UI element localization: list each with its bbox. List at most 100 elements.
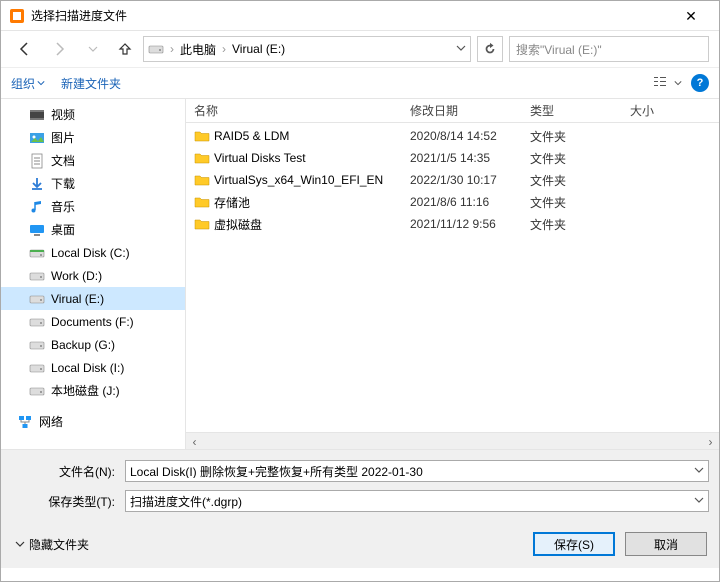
list-item[interactable]: Virtual Disks Test2021/1/5 14:35文件夹 xyxy=(186,147,719,169)
folder-icon xyxy=(194,194,210,210)
file-date: 2021/8/6 11:16 xyxy=(410,195,530,209)
sidebar-item[interactable]: Backup (G:) xyxy=(1,333,185,356)
column-size[interactable]: 大小 xyxy=(630,102,719,119)
sidebar-item[interactable]: 图片 xyxy=(1,126,185,149)
scroll-left-icon[interactable]: ‹ xyxy=(186,433,203,450)
music-icon xyxy=(29,199,45,215)
save-button[interactable]: 保存(S) xyxy=(533,532,615,556)
file-name: VirtualSys_x64_Win10_EFI_EN xyxy=(214,173,383,187)
sidebar-item[interactable]: Documents (F:) xyxy=(1,310,185,333)
main-area: 视频图片文档下载音乐桌面 Local Disk (C:) Work (D:)Viru… xyxy=(1,99,719,449)
column-headers: 名称 修改日期 类型 大小 xyxy=(186,99,719,123)
window-title: 选择扫描进度文件 xyxy=(31,7,671,24)
sidebar-item[interactable]: Work (D:) xyxy=(1,264,185,287)
video-icon xyxy=(29,107,45,123)
drive-icon xyxy=(148,41,164,57)
list-item[interactable]: 虚拟磁盘2021/11/12 9:56文件夹 xyxy=(186,213,719,235)
horizontal-scrollbar[interactable]: ‹ › xyxy=(186,432,719,449)
sidebar-item-network[interactable]: 网络 xyxy=(1,410,185,433)
sidebar-item-label: Local Disk (I:) xyxy=(51,361,124,375)
drive-icon xyxy=(29,268,45,284)
organize-menu[interactable]: 组织 xyxy=(11,75,45,92)
list-item[interactable]: RAID5 & LDM2020/8/14 14:52文件夹 xyxy=(186,125,719,147)
file-date: 2020/8/14 14:52 xyxy=(410,129,530,143)
drive-icon xyxy=(29,383,45,399)
file-list: RAID5 & LDM2020/8/14 14:52文件夹Virtual Dis… xyxy=(186,123,719,432)
list-item[interactable]: 存储池2021/8/6 11:16文件夹 xyxy=(186,191,719,213)
file-name: Virtual Disks Test xyxy=(214,151,306,165)
folder-icon xyxy=(194,172,210,188)
filetype-select[interactable]: 扫描进度文件(*.dgrp) xyxy=(125,490,709,512)
up-button[interactable] xyxy=(113,37,137,61)
network-icon xyxy=(17,414,33,430)
sidebar-item-label: Backup (G:) xyxy=(51,338,115,352)
forward-button[interactable] xyxy=(45,37,73,61)
file-type: 文件夹 xyxy=(530,128,630,145)
new-folder-button[interactable]: 新建文件夹 xyxy=(61,75,121,92)
list-item[interactable]: VirtualSys_x64_Win10_EFI_EN2022/1/30 10:… xyxy=(186,169,719,191)
sidebar-item-label: 音乐 xyxy=(51,198,75,215)
sidebar-item[interactable]: 下载 xyxy=(1,172,185,195)
bottom-panel: 文件名(N): 保存类型(T): 扫描进度文件(*.dgrp) 隐藏文件夹 保存… xyxy=(1,449,719,568)
sidebar-item-label: 桌面 xyxy=(51,221,75,238)
scroll-right-icon[interactable]: › xyxy=(702,433,719,450)
sidebar-item-label: 下载 xyxy=(51,175,75,192)
folder-icon xyxy=(194,150,210,166)
column-modified[interactable]: 修改日期 xyxy=(410,102,530,119)
recent-dropdown[interactable] xyxy=(79,37,107,61)
file-pane: 名称 修改日期 类型 大小 RAID5 & LDM2020/8/14 14:52… xyxy=(186,99,719,449)
toolbar: 组织 新建文件夹 ? xyxy=(1,67,719,99)
addressbar[interactable]: › 此电脑 › Virual (E:) xyxy=(143,36,471,62)
close-button[interactable]: ✕ xyxy=(671,1,711,31)
sidebar-item-label: Documents (F:) xyxy=(51,315,134,329)
column-type[interactable]: 类型 xyxy=(530,102,630,119)
filetype-value: 扫描进度文件(*.dgrp) xyxy=(130,493,242,510)
filename-input[interactable] xyxy=(125,460,709,482)
cancel-button[interactable]: 取消 xyxy=(625,532,707,556)
sidebar-item-label: 图片 xyxy=(51,129,75,146)
footer: 隐藏文件夹 保存(S) 取消 xyxy=(1,522,719,568)
back-button[interactable] xyxy=(11,37,39,61)
sidebar-item[interactable]: 音乐 xyxy=(1,195,185,218)
filename-field[interactable] xyxy=(130,464,694,478)
column-name[interactable]: 名称 xyxy=(194,102,410,119)
sidebar-item[interactable]: 视频 xyxy=(1,103,185,126)
file-type: 文件夹 xyxy=(530,216,630,233)
chevron-down-icon[interactable] xyxy=(694,464,704,478)
sidebar-item[interactable]: Local Disk (C:) xyxy=(1,241,185,264)
address-dropdown[interactable] xyxy=(456,42,466,56)
sidebar-item[interactable]: 本地磁盘 (J:) xyxy=(1,379,185,402)
folder-icon xyxy=(194,216,210,232)
folder-icon xyxy=(194,128,210,144)
view-options-button[interactable] xyxy=(653,72,683,94)
filetype-label: 保存类型(T): xyxy=(11,493,121,510)
chevron-right-icon: › xyxy=(168,42,176,56)
sidebar-item[interactable]: 桌面 xyxy=(1,218,185,241)
search-placeholder: 搜索"Virual (E:)" xyxy=(516,41,602,58)
titlebar: 选择扫描进度文件 ✕ xyxy=(1,1,719,31)
drive-icon xyxy=(29,360,45,376)
breadcrumb-location[interactable]: Virual (E:) xyxy=(232,42,285,56)
sidebar-item-label: 本地磁盘 (J:) xyxy=(51,382,120,399)
desktop-icon xyxy=(29,222,45,238)
sidebar-item-label: Local Disk (C:) xyxy=(51,246,130,260)
sidebar-item[interactable]: 文档 xyxy=(1,149,185,172)
file-name: 虚拟磁盘 xyxy=(214,216,262,233)
pictures-icon xyxy=(29,130,45,146)
sidebar-item-label: 网络 xyxy=(39,413,63,430)
filename-label: 文件名(N): xyxy=(11,463,121,480)
downloads-icon xyxy=(29,176,45,192)
sidebar: 视频图片文档下载音乐桌面 Local Disk (C:) Work (D:)Viru… xyxy=(1,99,186,449)
sidebar-item[interactable]: Local Disk (I:) xyxy=(1,356,185,379)
chevron-right-icon: › xyxy=(220,42,228,56)
search-input[interactable]: 搜索"Virual (E:)" xyxy=(509,36,709,62)
app-icon xyxy=(9,8,25,24)
help-button[interactable]: ? xyxy=(691,74,709,92)
sidebar-item-label: 文档 xyxy=(51,152,75,169)
hide-folders-toggle[interactable]: 隐藏文件夹 xyxy=(15,536,89,553)
breadcrumb-pc[interactable]: 此电脑 xyxy=(180,41,216,58)
chevron-down-icon[interactable] xyxy=(694,494,704,508)
file-type: 文件夹 xyxy=(530,172,630,189)
sidebar-item[interactable]: Virual (E:) xyxy=(1,287,185,310)
refresh-button[interactable] xyxy=(477,36,503,62)
